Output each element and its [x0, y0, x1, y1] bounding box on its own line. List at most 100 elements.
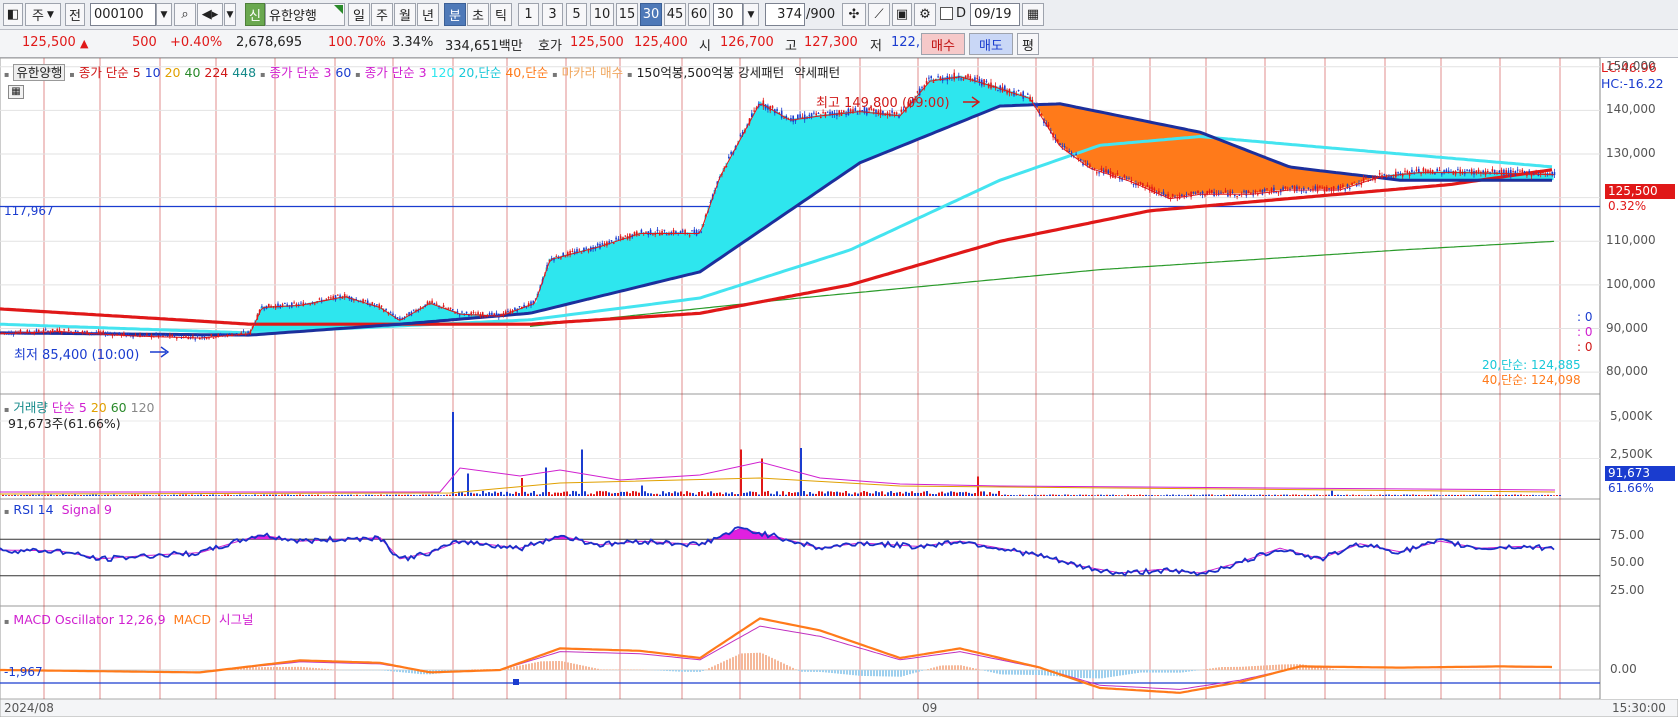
candle-body: [1222, 192, 1225, 194]
volume-bar: [536, 494, 538, 496]
ma2-b: 60: [335, 65, 352, 80]
panel-collapse-icon[interactable]: ▪: [4, 70, 9, 79]
volume-bar: [1388, 494, 1390, 496]
candle-body: [974, 77, 976, 81]
volume-bar: [1238, 494, 1240, 496]
volume-bar: [1079, 494, 1081, 496]
volume-bar: [827, 491, 829, 496]
candle-body: [1068, 151, 1070, 153]
candle-body: [682, 230, 684, 232]
candle-body: [38, 329, 40, 332]
volume-bar: [1457, 494, 1459, 496]
macd-osc-bar: [630, 669, 632, 670]
candle-body: [1411, 169, 1413, 173]
macd-osc-bar: [1146, 670, 1148, 673]
candle-body: [95, 332, 98, 334]
volume-bar: [1391, 495, 1393, 496]
volume-bar: [548, 491, 550, 496]
volume-bar: [59, 495, 61, 496]
volume-bar: [1316, 494, 1318, 496]
candle-body: [61, 332, 63, 334]
volume-bar: [311, 494, 313, 496]
volume-bar: [671, 493, 673, 496]
macd-osc-bar: [528, 663, 530, 670]
macd-osc-bar: [555, 661, 557, 670]
volume-bar: [386, 494, 388, 496]
macd-osc-bar: [753, 652, 755, 670]
volume-bar: [428, 494, 430, 496]
macd-osc-bar: [534, 662, 536, 670]
candle-body: [86, 330, 88, 335]
candle-body: [997, 90, 999, 92]
candle-body: [638, 234, 640, 236]
candle-body: [449, 307, 452, 310]
rsi-ytick-50: 50.00: [1610, 555, 1645, 569]
stock-name-tab[interactable]: 유한양행: [13, 64, 66, 81]
candle-body: [1316, 186, 1319, 192]
volume-bar: [707, 492, 709, 496]
macd-osc-bar: [819, 670, 821, 672]
macd-osc-bar: [393, 670, 395, 672]
volume-bar: [1004, 494, 1006, 496]
data-table-icon[interactable]: ▦: [8, 85, 24, 99]
volume-bar: [1145, 494, 1147, 496]
panel-collapse-icon[interactable]: ▪: [4, 507, 9, 516]
weak-pattern-label: 약세패턴: [794, 65, 841, 80]
candle-body: [953, 72, 955, 80]
volume-bar: [212, 494, 214, 496]
candle-body: [210, 334, 213, 337]
volume-bar: [692, 493, 694, 496]
volume-bar: [512, 493, 514, 496]
panel-collapse-icon[interactable]: ▪: [4, 617, 9, 626]
low-annotation: 최저 85,400 (10:00): [14, 348, 140, 363]
candle-body: [309, 304, 311, 306]
volume-bar: [1244, 494, 1246, 496]
volume-bar: [695, 494, 697, 496]
volume-bar: [383, 495, 385, 496]
volume-bar: [1523, 495, 1525, 496]
candle-body: [293, 302, 295, 304]
volume-bar: [128, 495, 130, 496]
volume-bar: [1319, 495, 1321, 496]
macd-osc-bar: [1266, 665, 1268, 670]
candle-body: [1305, 191, 1307, 193]
candle-body: [1086, 163, 1089, 165]
volume-bar: [125, 495, 127, 496]
volume-bar: [23, 495, 25, 496]
macd-osc-bar: [522, 664, 524, 670]
candle-body: [470, 312, 472, 314]
macd-osc-bar: [582, 665, 584, 670]
volume-bar: [1448, 494, 1450, 496]
ma3-b: 120: [430, 65, 455, 80]
ma4-label: 20,단순: [458, 65, 502, 80]
volume-bar: [1103, 495, 1105, 496]
volume-bar: [653, 494, 655, 496]
volume-bar: [299, 494, 301, 496]
volume-bar: [269, 494, 271, 496]
macd-osc-bar: [909, 670, 911, 675]
macd-osc-bar: [402, 670, 404, 673]
macd-osc-bar: [399, 670, 401, 673]
candle-body: [780, 110, 783, 118]
volume-bar: [2, 494, 4, 496]
volume-bar: [854, 492, 856, 496]
macd-osc-bar: [306, 667, 308, 670]
volume-bar: [998, 490, 1000, 496]
volume-bar: [314, 495, 316, 496]
candle-body: [1171, 194, 1174, 197]
volume-bar: [560, 492, 562, 496]
macd-osc-bar: [750, 653, 752, 670]
volume-bar: [890, 491, 892, 496]
volume-bar: [110, 495, 112, 496]
volume-bar: [1325, 494, 1327, 496]
volume-bar: [1046, 495, 1048, 496]
candle-body: [155, 333, 157, 336]
volume-bar: [1379, 494, 1381, 496]
xaxis-start: 2024/08: [4, 701, 54, 715]
volume-bar: [1043, 494, 1045, 496]
volume-bar: [1064, 494, 1066, 496]
macd-osc-bar: [900, 670, 902, 677]
macd-osc-bar: [1173, 670, 1175, 673]
volume-bar: [179, 494, 181, 496]
volume-bar: [419, 494, 421, 496]
